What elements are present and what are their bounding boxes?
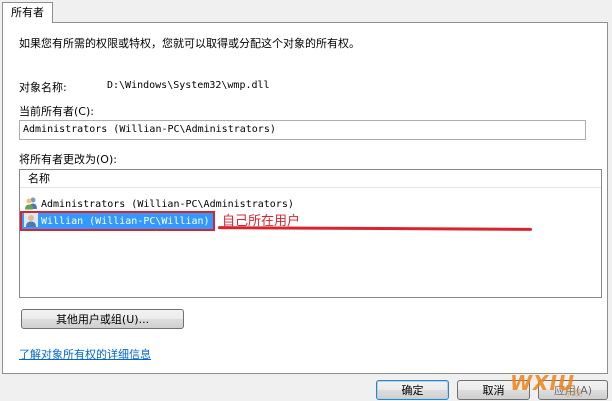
cancel-button[interactable]: 取消	[457, 380, 530, 400]
intro-text: 如果您有所需的权限或特权，您就可以取得或分配这个对象的所有权。	[19, 37, 360, 50]
current-owner-field[interactable]: Administrators (Willian-PC\Administrator…	[19, 120, 586, 140]
list-item-label: Administrators (Willian-PC\Administrator…	[41, 199, 294, 210]
apply-button[interactable]: 应用(A)	[538, 380, 608, 400]
tab-owner[interactable]: 所有者	[2, 2, 53, 23]
group-users-icon	[24, 196, 38, 210]
change-owner-label: 将所有者更改为(O):	[19, 153, 117, 166]
object-name-value: D:\Windows\System32\wmp.dll	[107, 80, 270, 91]
object-name-label: 对象名称:	[19, 81, 67, 94]
current-owner-label: 当前所有者(C):	[19, 105, 94, 118]
list-item-label: Willian (Willian-PC\Willian)	[41, 216, 210, 227]
ok-button[interactable]: 确定	[376, 380, 449, 400]
list-column-header-name[interactable]: 名称	[20, 170, 601, 188]
other-users-button[interactable]: 其他用户或组(U)...	[21, 309, 184, 329]
user-icon	[24, 213, 38, 227]
owner-panel: 如果您有所需的权限或特权，您就可以取得或分配这个对象的所有权。 对象名称: D:…	[2, 22, 608, 374]
owner-dialog: 所有者 如果您有所需的权限或特权，您就可以取得或分配这个对象的所有权。 对象名称…	[0, 0, 612, 401]
ownership-help-link[interactable]: 了解对象所有权的详细信息	[19, 346, 151, 362]
owner-listbox[interactable]: 名称 Administrators (Willian-PC\Administra…	[19, 169, 602, 298]
list-item-willian-selected[interactable]: Willian (Willian-PC\Willian)	[20, 211, 215, 231]
